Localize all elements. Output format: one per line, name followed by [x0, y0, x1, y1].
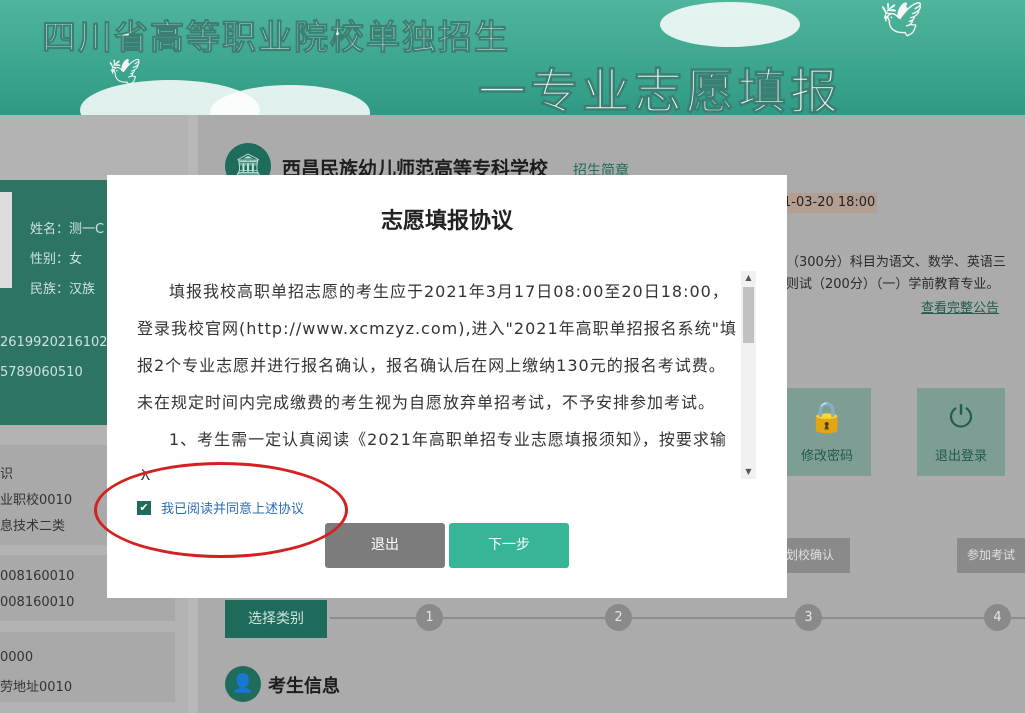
next-step-button[interactable]: 下一步: [449, 523, 569, 568]
profile-name: 姓名：测一C: [30, 222, 105, 237]
agreement-scrollbar[interactable]: ▲ ▼: [741, 271, 756, 479]
info-box-address: 0000 劳地址0010: [0, 632, 175, 702]
scroll-thumb[interactable]: [743, 287, 754, 343]
exit-button[interactable]: 退出: [325, 523, 445, 568]
power-icon: ⏻: [949, 400, 973, 435]
avatar: [0, 192, 12, 288]
info-line: 劳地址0010: [0, 680, 73, 695]
profile-ethnicity: 民族：汉族: [30, 282, 96, 297]
banner-title-line1: 四川省高等职业院校单独招生: [42, 18, 510, 59]
step-dot-1: 1: [416, 604, 443, 631]
tile-label: 修改密码: [800, 449, 853, 464]
modal-title: 志愿填报协议: [380, 209, 513, 234]
info-line: 识: [0, 467, 14, 482]
banner-title-line2: 一专业志愿填报: [477, 64, 843, 116]
profile-phone: 5789060510: [0, 365, 83, 380]
notice-text: （300分）科目为语文、数学、英语三 则试（200分）（一）学前教育专业。: [786, 252, 1006, 296]
annotation-ellipse: [94, 462, 348, 558]
step-dot-4: 4: [984, 604, 1011, 631]
dove-icon: 🕊: [108, 58, 142, 88]
step-dot-3: 3: [795, 604, 822, 631]
scroll-up-icon[interactable]: ▲: [741, 271, 756, 285]
change-password-tile[interactable]: 🔒 修改密码: [783, 388, 871, 476]
step-dot-2: 2: [605, 604, 632, 631]
info-line: 0000: [0, 650, 34, 665]
profile-gender: 性别：女: [30, 252, 83, 267]
deadline-date: 1-03-20 18:00: [783, 193, 877, 213]
agreement-paragraph: 填报我校高职单招志愿的考生应于2021年3月17日08:00至20日18:00，…: [137, 282, 737, 412]
candidate-info-title: 考生信息: [268, 676, 340, 697]
notice-line: （300分）科目为语文、数学、英语三: [786, 255, 1006, 270]
profile-id-number: 2619920216102: [0, 335, 108, 350]
info-line: 息技术二类: [0, 519, 66, 534]
cloud-decoration: [660, 2, 800, 47]
agreement-text[interactable]: 填报我校高职单招志愿的考生应于2021年3月17日08:00至20日18:00，…: [137, 273, 739, 480]
logout-tile[interactable]: ⏻ 退出登录: [917, 388, 1005, 476]
view-full-notice-link[interactable]: 查看完整公告: [921, 297, 999, 316]
info-line: 008160010: [0, 595, 75, 610]
step-take-exam: 参加考试: [957, 538, 1025, 573]
info-line: 业职校0010: [0, 493, 73, 508]
dove-icon: 🕊: [880, 0, 924, 40]
scroll-down-icon[interactable]: ▼: [741, 465, 756, 479]
tile-label: 退出登录: [934, 449, 987, 464]
info-line: 008160010: [0, 569, 75, 584]
header-banner: 🕊 🕊 四川省高等职业院校单独招生 一专业志愿填报: [0, 0, 1025, 115]
lock-icon: 🔒: [808, 400, 846, 435]
notice-line: 则试（200分）（一）学前教育专业。: [786, 277, 1000, 292]
select-category-button[interactable]: 选择类别: [225, 600, 327, 638]
user-icon: 👤: [225, 666, 261, 702]
